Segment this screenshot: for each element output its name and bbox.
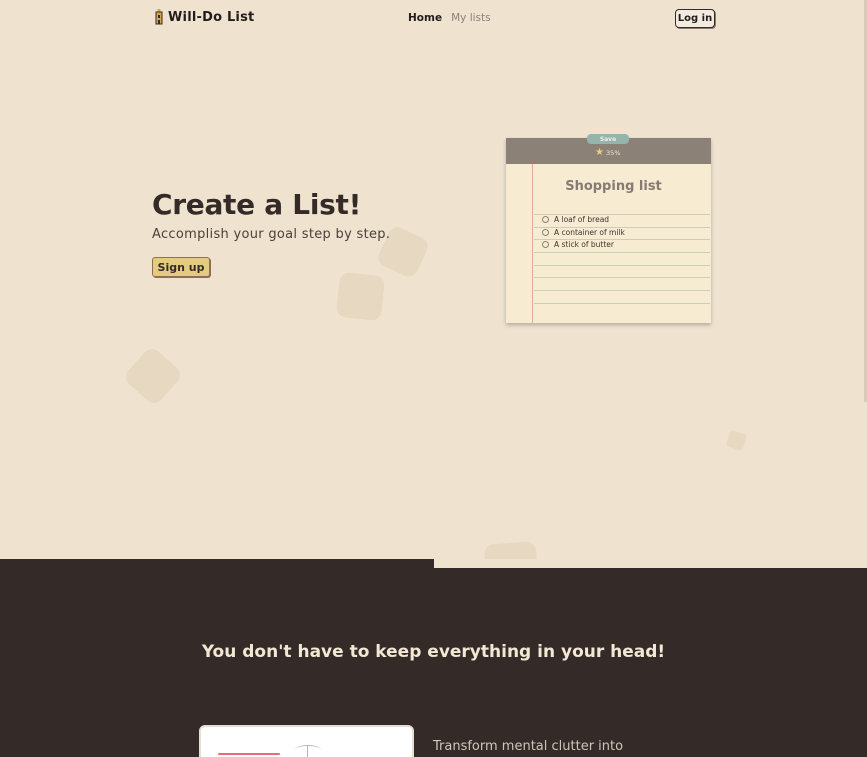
feature-preview-card bbox=[199, 725, 414, 757]
top-nav: Will-Do List Home My lists Log in bbox=[0, 0, 867, 38]
note-title: Shopping list bbox=[565, 179, 662, 194]
note-header-bar: Save ★ 35% bbox=[506, 134, 711, 164]
section-edge bbox=[434, 559, 867, 568]
shopping-list-note: Save ★ 35% Shopping list A loaf of bread… bbox=[506, 134, 711, 323]
preview-underline bbox=[218, 753, 280, 755]
nav-link-my-lists[interactable]: My lists bbox=[451, 12, 491, 24]
login-button[interactable]: Log in bbox=[675, 9, 715, 28]
list-item-label: A stick of butter bbox=[554, 240, 615, 249]
nav-link-home[interactable]: Home bbox=[408, 12, 442, 24]
checkbox-icon[interactable] bbox=[542, 216, 549, 223]
note-rule bbox=[534, 277, 710, 278]
star-icon: ★ bbox=[595, 147, 604, 158]
decor-square bbox=[725, 429, 748, 452]
checkbox-icon[interactable] bbox=[542, 241, 549, 248]
features-text: Transform mental clutter into bbox=[433, 739, 624, 754]
brand-name: Will-Do List bbox=[168, 9, 255, 25]
features-heading: You don't have to keep everything in you… bbox=[201, 642, 666, 662]
decor-square bbox=[335, 271, 386, 322]
list-item[interactable]: A stick of butter bbox=[542, 240, 614, 249]
list-item[interactable]: A loaf of bread bbox=[542, 215, 609, 224]
brand[interactable]: Will-Do List bbox=[154, 9, 254, 25]
note-rule bbox=[534, 252, 710, 253]
preview-pin-icon bbox=[295, 745, 321, 755]
note-rule bbox=[534, 290, 710, 291]
hero-subtitle: Accomplish your goal step by step. bbox=[152, 227, 391, 242]
decor-square bbox=[121, 344, 185, 408]
hero-title: Create a List! bbox=[152, 188, 362, 221]
note-rule bbox=[534, 265, 710, 266]
signup-button[interactable]: Sign up bbox=[152, 257, 210, 277]
note-rule bbox=[534, 303, 710, 304]
list-item-label: A loaf of bread bbox=[554, 215, 610, 224]
save-button[interactable]: Save bbox=[587, 134, 629, 144]
list-item-label: A container of milk bbox=[554, 228, 625, 237]
checkbox-icon[interactable] bbox=[542, 229, 549, 236]
tower-icon bbox=[155, 9, 163, 25]
progress-text: 35% bbox=[605, 149, 621, 157]
preview-pin-stem bbox=[307, 745, 308, 757]
nav-links: Home My lists bbox=[408, 12, 491, 24]
progress-indicator: ★ 35% bbox=[595, 148, 620, 158]
list-item[interactable]: A container of milk bbox=[542, 228, 625, 237]
